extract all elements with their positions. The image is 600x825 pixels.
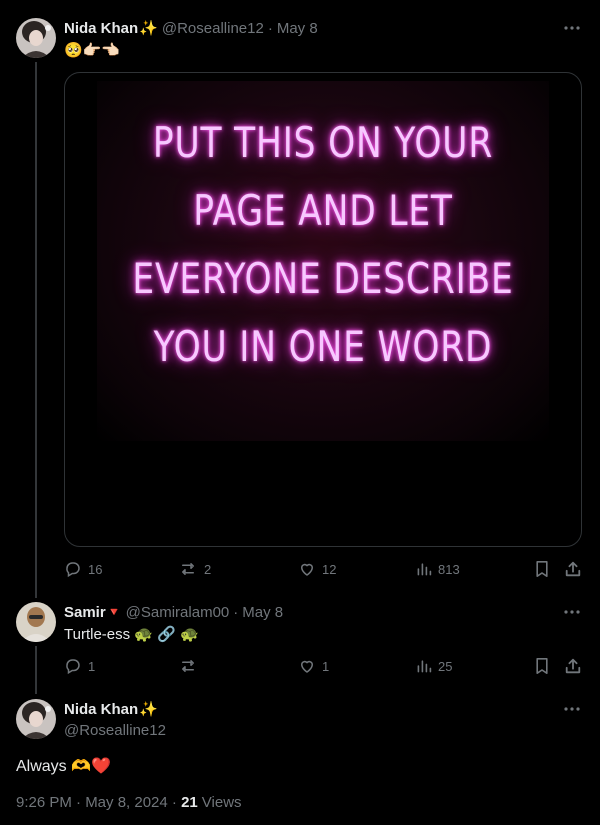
display-name[interactable]: Nida Khan bbox=[64, 701, 138, 718]
reply-icon bbox=[66, 562, 80, 578]
like-count: 12 bbox=[322, 561, 337, 577]
separator: · bbox=[267, 19, 273, 37]
like-button[interactable]: 12 bbox=[298, 560, 336, 578]
timestamp[interactable]: 9:26 PM · May 8, 2024 bbox=[16, 794, 168, 811]
views-button[interactable]: 25 bbox=[416, 657, 452, 675]
neon-text-line: EVERYONE DESCRIBE bbox=[132, 254, 514, 303]
bookmark-icon bbox=[536, 658, 548, 674]
views-label: Views bbox=[201, 794, 242, 811]
user-handle[interactable]: @Rosealline12 bbox=[162, 20, 264, 37]
repost-icon bbox=[182, 660, 194, 672]
neon-text-line: PAGE AND LET bbox=[193, 186, 453, 235]
share-button[interactable] bbox=[564, 560, 588, 578]
tweet-text: 🥺👉🏻👈🏻 bbox=[64, 42, 121, 59]
thread-line-2 bbox=[35, 646, 37, 694]
bookmark-button[interactable] bbox=[534, 657, 556, 675]
repost-count: 2 bbox=[204, 561, 212, 577]
sparkle-badge-icon: ✨ bbox=[139, 20, 158, 37]
tweet-text: Always 🫶❤️ bbox=[16, 758, 111, 775]
more-icon[interactable] bbox=[562, 18, 582, 38]
views-button[interactable]: 813 bbox=[416, 560, 460, 578]
red-triangle-badge-icon: 🔻 bbox=[106, 605, 122, 619]
separator: · bbox=[167, 794, 182, 811]
share-icon bbox=[565, 658, 581, 674]
like-count: 1 bbox=[322, 658, 330, 674]
repost-button[interactable]: 2 bbox=[178, 560, 211, 578]
tweet-image[interactable]: PUT THIS ON YOUR PAGE AND LET EVERYONE D… bbox=[64, 72, 582, 547]
views-count: 813 bbox=[438, 561, 460, 577]
user-handle[interactable]: @Rosealline12 bbox=[64, 722, 166, 739]
repost-button[interactable] bbox=[178, 657, 204, 675]
display-name[interactable]: Nida Khan bbox=[64, 20, 138, 37]
thread-line-1 bbox=[35, 62, 37, 598]
reply-button[interactable]: 16 bbox=[64, 560, 102, 578]
reply-button[interactable]: 1 bbox=[64, 657, 95, 675]
views-count: 21 bbox=[181, 794, 198, 811]
action-bar: 1 1 25 bbox=[64, 657, 584, 677]
tweet-date[interactable]: May 8 bbox=[242, 604, 283, 621]
tweet-header: Nida Khan ✨ @Rosealline12 · May 8 bbox=[64, 18, 318, 38]
separator: · bbox=[233, 603, 239, 621]
bookmark-icon bbox=[536, 561, 548, 577]
more-icon[interactable] bbox=[562, 699, 582, 719]
like-button[interactable]: 1 bbox=[298, 657, 329, 675]
reply-count: 1 bbox=[88, 658, 96, 674]
tweet-meta: 9:26 PM · May 8, 2024 · 21 Views bbox=[16, 794, 242, 811]
bookmark-button[interactable] bbox=[534, 560, 556, 578]
avatar[interactable] bbox=[16, 699, 56, 739]
handle-line: @Rosealline12 bbox=[60, 720, 166, 740]
reply-icon bbox=[66, 659, 80, 675]
share-icon bbox=[565, 561, 581, 577]
views-icon bbox=[417, 563, 432, 576]
sparkle-badge-icon: ✨ bbox=[139, 701, 158, 718]
user-handle[interactable]: @Samiralam00 bbox=[126, 604, 230, 621]
reply-count: 16 bbox=[88, 561, 103, 577]
tweet-date[interactable]: May 8 bbox=[277, 20, 318, 37]
tweet-header: Samir 🔻 @Samiralam00 · May 8 bbox=[64, 602, 283, 622]
tweet-text: Turtle-ess 🐢 🔗 🐢 bbox=[64, 626, 199, 643]
more-icon[interactable] bbox=[562, 602, 582, 622]
avatar[interactable] bbox=[16, 18, 56, 58]
like-icon bbox=[301, 563, 313, 576]
repost-icon bbox=[182, 563, 194, 575]
avatar[interactable] bbox=[16, 602, 56, 642]
neon-text-line: YOU IN ONE WORD bbox=[153, 322, 493, 371]
like-icon bbox=[301, 660, 313, 673]
share-button[interactable] bbox=[564, 657, 588, 675]
views-count: 25 bbox=[438, 658, 453, 674]
action-bar: 16 2 12 813 bbox=[64, 560, 584, 580]
display-name[interactable]: Samir bbox=[64, 604, 106, 621]
views-icon bbox=[417, 660, 432, 673]
tweet-header: Nida Khan ✨ bbox=[64, 699, 158, 719]
neon-text-line: PUT THIS ON YOUR bbox=[152, 118, 494, 167]
